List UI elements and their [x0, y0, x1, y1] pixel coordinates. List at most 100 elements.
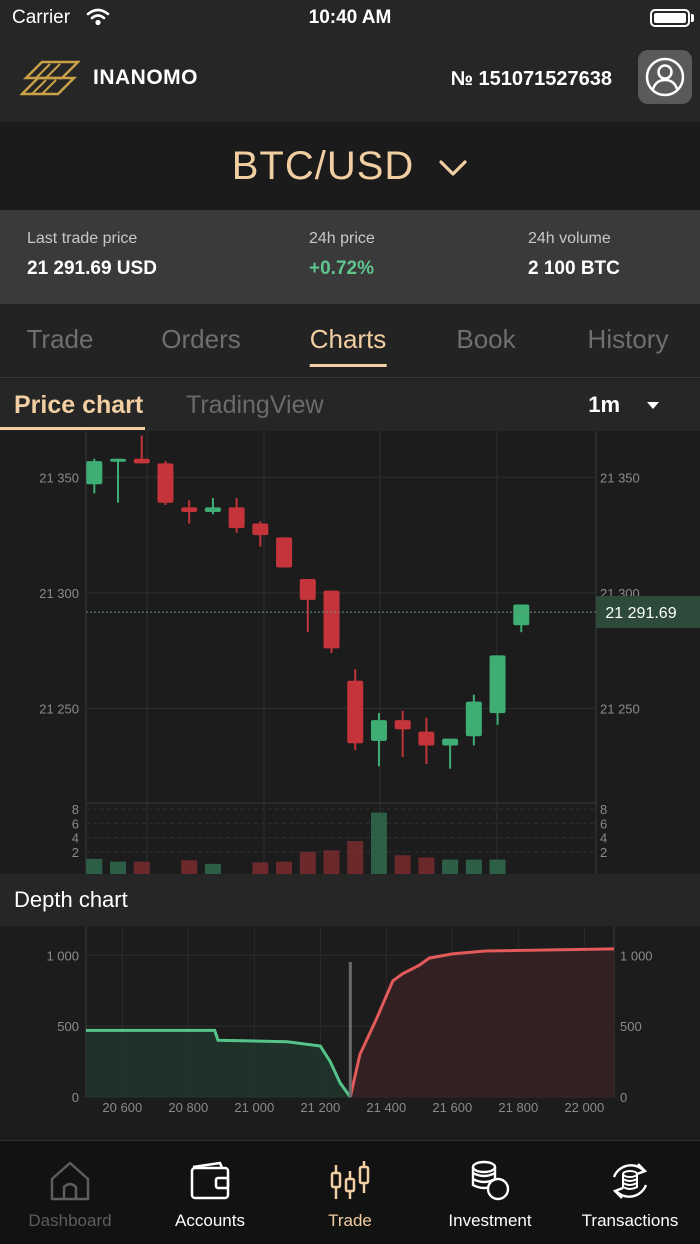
candle	[110, 458, 127, 503]
volume-tick-label: 6	[72, 816, 79, 831]
nav-investment[interactable]: Investment	[420, 1141, 560, 1244]
volume-tick-label: 8	[72, 802, 79, 817]
home-icon	[50, 1161, 90, 1201]
nav-trade[interactable]: Trade	[280, 1141, 420, 1244]
stat-label: Last trade price	[27, 230, 138, 247]
candle	[513, 604, 530, 633]
candle-body	[110, 458, 127, 462]
tab-orders[interactable]: Orders	[161, 324, 240, 355]
profile-button[interactable]	[638, 50, 692, 104]
stat-value: 2 100 BTC	[528, 258, 620, 279]
pair-selector[interactable]: BTC/USD	[0, 122, 700, 210]
candle-body	[394, 720, 411, 730]
logo-icon	[20, 60, 80, 96]
volume-bar	[252, 862, 269, 874]
candle	[181, 500, 198, 524]
pair-label: BTC/USD	[231, 143, 415, 188]
x-tick-label: 22 000	[564, 1100, 604, 1115]
y-tick-label: 21 250	[39, 702, 79, 717]
x-tick-label: 21 200	[300, 1100, 340, 1115]
last-price-label: 21 291.69	[605, 605, 676, 622]
candle-body	[323, 590, 340, 649]
subtab-price-chart[interactable]: Price chart	[0, 391, 146, 430]
subtab-tradingview[interactable]: TradingView	[186, 391, 324, 420]
candle	[418, 717, 435, 764]
clock: 10:40 AM	[308, 7, 392, 28]
nav-transactions[interactable]: Transactions	[560, 1141, 700, 1244]
x-tick-label: 20 600	[102, 1100, 142, 1115]
nav-label: Investment	[448, 1211, 532, 1230]
volume-bar	[442, 859, 459, 874]
candle-body	[418, 731, 435, 746]
battery-icon	[650, 9, 690, 27]
price-chart-svg: 21 350 21 35021 300 21 30021 250 21 25021 2…	[39, 431, 700, 874]
depth-chart-header: Depth chart	[0, 874, 700, 926]
candle	[442, 738, 459, 769]
y-tick-label: 21 250	[600, 702, 640, 717]
candle-body	[252, 523, 269, 536]
volume-bar	[299, 851, 316, 874]
depth-chart[interactable]: 20 600 20 800 21 000 21 200 21 400 21 600 21 8…	[0, 926, 700, 1140]
status-bar: Carrier 10:40 AM	[0, 0, 700, 36]
volume-tick-label: 2	[600, 845, 607, 860]
y-tick-label: 500	[57, 1019, 79, 1034]
volume-bar	[347, 841, 364, 874]
stat-last-trade-price: Last trade price 21 291.69 USD	[27, 230, 157, 280]
chart-subtabs: Price chart TradingView 1m	[0, 379, 700, 431]
nav-accounts[interactable]: Accounts	[140, 1141, 280, 1244]
volume-bar	[323, 850, 340, 874]
y-tick-label: 500	[620, 1019, 642, 1034]
app-header: INANOMO № 151071527638	[0, 36, 700, 122]
candle-body	[442, 738, 459, 746]
volume-bar	[276, 861, 293, 874]
candlestick-icon	[330, 1161, 370, 1199]
x-tick-label: 21 600	[432, 1100, 472, 1115]
account-number: № 151071527638	[450, 68, 612, 90]
candle-body	[228, 507, 245, 529]
volume-bar	[181, 860, 198, 874]
tab-charts[interactable]: Charts	[309, 324, 386, 367]
candle-body	[276, 537, 293, 568]
volume-bar	[370, 812, 387, 874]
y-tick-label: 1 000	[620, 948, 653, 963]
y-tick-label: 0	[620, 1090, 627, 1105]
candle-body	[513, 604, 530, 626]
volume-bar	[204, 863, 221, 874]
volume-tick-label: 4	[72, 831, 79, 846]
volume-tick-label: 8	[600, 802, 607, 817]
depth-chart-title: Depth chart	[14, 887, 128, 912]
depth-chart-svg: 20 600 20 800 21 000 21 200 21 400 21 600 21 8…	[46, 926, 653, 1115]
x-tick-label: 21 800	[498, 1100, 538, 1115]
candle	[228, 498, 245, 533]
interval-value: 1m	[588, 392, 620, 417]
stat-value: +0.72%	[309, 258, 374, 279]
volume-bar	[394, 855, 411, 874]
user-icon	[645, 57, 685, 97]
main-tabs: Trade Orders Charts Book History	[0, 304, 700, 378]
stat-value: 21 291.69 USD	[27, 258, 157, 279]
stat-label: 24h volume	[528, 230, 611, 247]
market-stats: Last trade price 21 291.69 USD 24h price…	[0, 210, 700, 304]
nav-dashboard[interactable]: Dashboard	[0, 1141, 140, 1244]
price-chart[interactable]: 21 350 21 350 21 300 21 300 21 250 21 250 21 2…	[0, 431, 700, 874]
candle-body	[157, 463, 174, 503]
candle-body	[204, 507, 221, 512]
candle	[276, 537, 293, 568]
stat-label: 24h price	[309, 230, 375, 247]
coins-icon	[471, 1160, 510, 1201]
volume-bar	[86, 858, 103, 874]
tab-history[interactable]: History	[588, 324, 669, 355]
candle-body	[181, 507, 198, 512]
candle	[489, 655, 506, 725]
tab-trade[interactable]: Trade	[27, 324, 94, 355]
y-tick-label: 21 350	[39, 470, 79, 485]
app-name: INANOMO	[93, 66, 198, 89]
tab-book[interactable]: Book	[456, 324, 515, 355]
volume-tick-label: 2	[72, 845, 79, 860]
candle	[465, 694, 482, 746]
interval-dropdown[interactable]: 1m	[588, 392, 660, 418]
x-tick-label: 21 400	[366, 1100, 406, 1115]
volume-bar	[133, 861, 150, 874]
caret-down-icon	[647, 401, 659, 409]
candle	[394, 710, 411, 758]
